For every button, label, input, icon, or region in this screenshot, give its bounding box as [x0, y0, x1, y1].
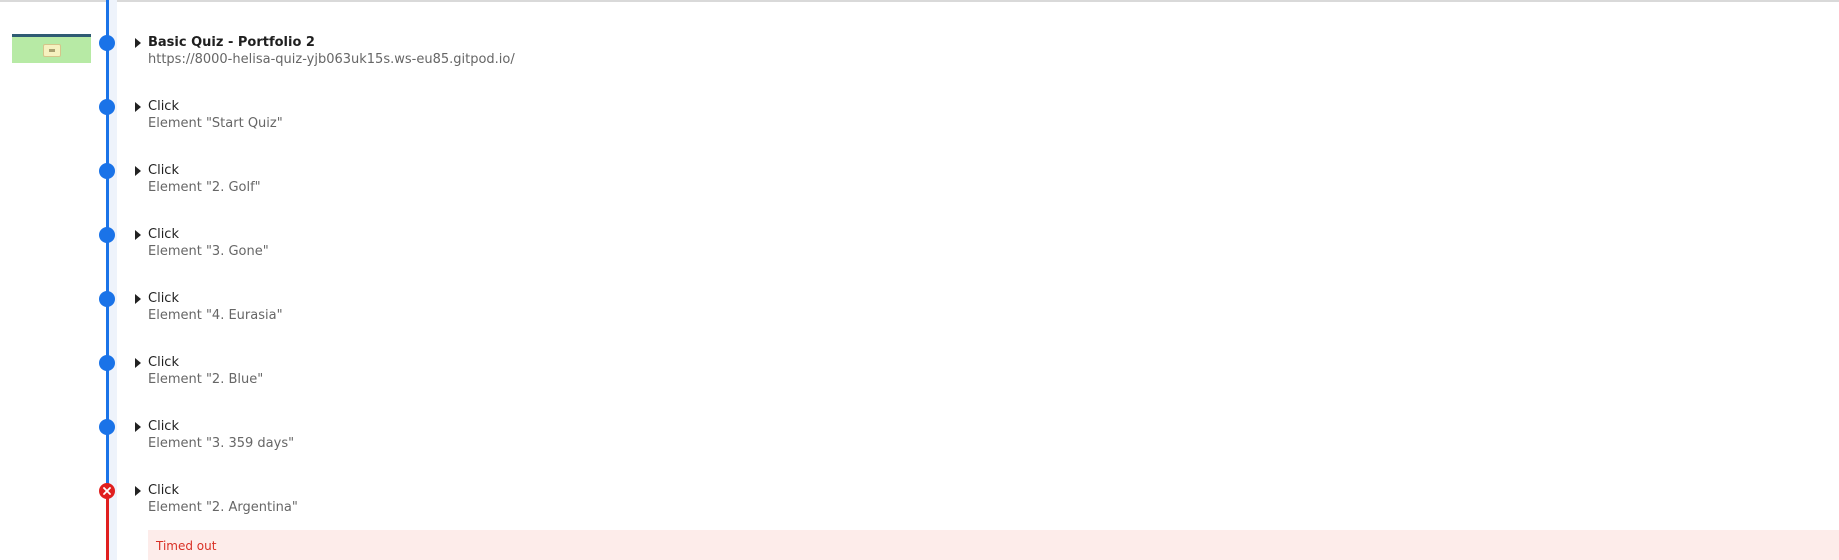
step-detail: Element "2. Argentina": [148, 500, 298, 515]
error-message: Timed out: [156, 539, 217, 553]
caret-right-icon[interactable]: [135, 422, 141, 432]
step-row[interactable]: Click Element "4. Eurasia": [0, 290, 1839, 340]
caret-right-icon[interactable]: [135, 102, 141, 112]
caret-right-icon[interactable]: [135, 38, 141, 48]
step-detail: Element "4. Eurasia": [148, 308, 283, 323]
step-title: Click: [148, 99, 179, 114]
top-divider: [0, 0, 1839, 2]
error-message-box: Timed out: [148, 530, 1839, 560]
step-row[interactable]: Basic Quiz - Portfolio 2 https://8000-he…: [0, 34, 1839, 84]
caret-right-icon[interactable]: [135, 294, 141, 304]
step-title: Click: [148, 355, 179, 370]
x-icon: [103, 487, 111, 495]
step-detail: Element "3. Gone": [148, 244, 269, 259]
step-detail: Element "Start Quiz": [148, 116, 283, 131]
step-title: Click: [148, 227, 179, 242]
step-url: https://8000-helisa-quiz-yjb063uk15s.ws-…: [148, 52, 515, 67]
caret-right-icon[interactable]: [135, 230, 141, 240]
step-ok-dot-icon: [99, 355, 115, 371]
step-title: Basic Quiz - Portfolio 2: [148, 35, 315, 50]
step-row-error[interactable]: Click Element "2. Argentina": [0, 482, 1839, 532]
step-row[interactable]: Click Element "Start Quiz": [0, 98, 1839, 148]
step-detail: Element "2. Blue": [148, 372, 264, 387]
step-title: Click: [148, 291, 179, 306]
step-ok-dot-icon: [99, 35, 115, 51]
x-circle-icon: [99, 483, 115, 499]
step-title: Click: [148, 163, 179, 178]
step-ok-dot-icon: [99, 227, 115, 243]
step-row[interactable]: Click Element "2. Golf": [0, 162, 1839, 212]
step-title: Click: [148, 419, 179, 434]
caret-right-icon[interactable]: [135, 358, 141, 368]
step-ok-dot-icon: [99, 419, 115, 435]
step-row[interactable]: Click Element "3. Gone": [0, 226, 1839, 276]
step-ok-dot-icon: [99, 291, 115, 307]
caret-right-icon[interactable]: [135, 486, 141, 496]
step-row[interactable]: Click Element "3. 359 days": [0, 418, 1839, 468]
step-detail: Element "2. Golf": [148, 180, 261, 195]
step-title: Click: [148, 483, 179, 498]
step-detail: Element "3. 359 days": [148, 436, 295, 451]
step-ok-dot-icon: [99, 163, 115, 179]
step-ok-dot-icon: [99, 99, 115, 115]
timeline-track: [109, 0, 117, 560]
step-row[interactable]: Click Element "2. Blue": [0, 354, 1839, 404]
test-run-timeline: Basic Quiz - Portfolio 2 https://8000-he…: [0, 0, 1839, 560]
caret-right-icon[interactable]: [135, 166, 141, 176]
